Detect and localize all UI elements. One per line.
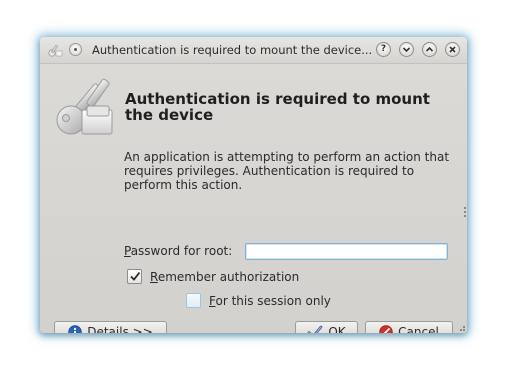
title-bar[interactable]: Authentication is required to mount the … (40, 37, 467, 64)
cancel-mnemonic: C (398, 324, 407, 334)
ok-button-label: OK (328, 325, 345, 334)
details-button[interactable]: Details >> (54, 321, 167, 333)
ok-mnemonic: O (328, 324, 338, 334)
remember-authorization-label[interactable]: Remember authorization (150, 270, 299, 284)
ok-button[interactable]: OK (295, 321, 358, 333)
checkmark-icon (308, 325, 323, 333)
remember-authorization-checkbox[interactable] (127, 269, 142, 284)
password-label-text: assword for root: (130, 244, 233, 258)
password-input[interactable] (245, 243, 448, 260)
remember-mnemonic: R (150, 270, 158, 284)
session-only-label[interactable]: For this session only (209, 294, 331, 308)
window-menu-icon[interactable] (69, 43, 82, 56)
keys-icon (56, 78, 113, 135)
details-label-text: etails >> (96, 324, 153, 334)
minimize-button[interactable] (399, 42, 414, 57)
cancel-button[interactable]: Cancel (365, 321, 453, 333)
password-label: Password for root: (124, 244, 232, 258)
ok-label-text: K (337, 324, 346, 334)
close-icon (449, 46, 456, 53)
checkmark-icon (130, 271, 141, 281)
dialog-body: Authentication is required to mount the … (40, 64, 467, 333)
authentication-dialog: Authentication is required to mount the … (40, 37, 467, 333)
resize-grip-icon[interactable] (457, 323, 465, 331)
dialog-heading: Authentication is required to mount the … (125, 90, 430, 124)
details-button-label: Details >> (87, 325, 153, 334)
window-title: Authentication is required to mount the … (92, 43, 373, 57)
close-button[interactable] (445, 42, 460, 57)
cancel-label-text: ancel (406, 324, 439, 334)
desktop-background: Authentication is required to mount the … (0, 0, 507, 374)
cancel-icon (379, 324, 393, 333)
cancel-button-label: Cancel (398, 325, 439, 334)
chevron-up-icon (425, 46, 434, 52)
session-only-checkbox[interactable] (186, 293, 201, 308)
maximize-button[interactable] (422, 42, 437, 57)
chevron-down-icon (402, 47, 411, 53)
keys-app-icon[interactable] (47, 42, 63, 58)
help-button[interactable]: ? (376, 42, 391, 57)
remember-label-text: emember authorization (157, 270, 300, 284)
session-only-label-text: or this session only (215, 294, 331, 308)
resize-edge-dots[interactable] (464, 207, 466, 217)
password-label-mnemonic: P (124, 244, 131, 258)
info-icon (68, 324, 82, 333)
dialog-description: An application is attempting to perform … (124, 150, 450, 192)
